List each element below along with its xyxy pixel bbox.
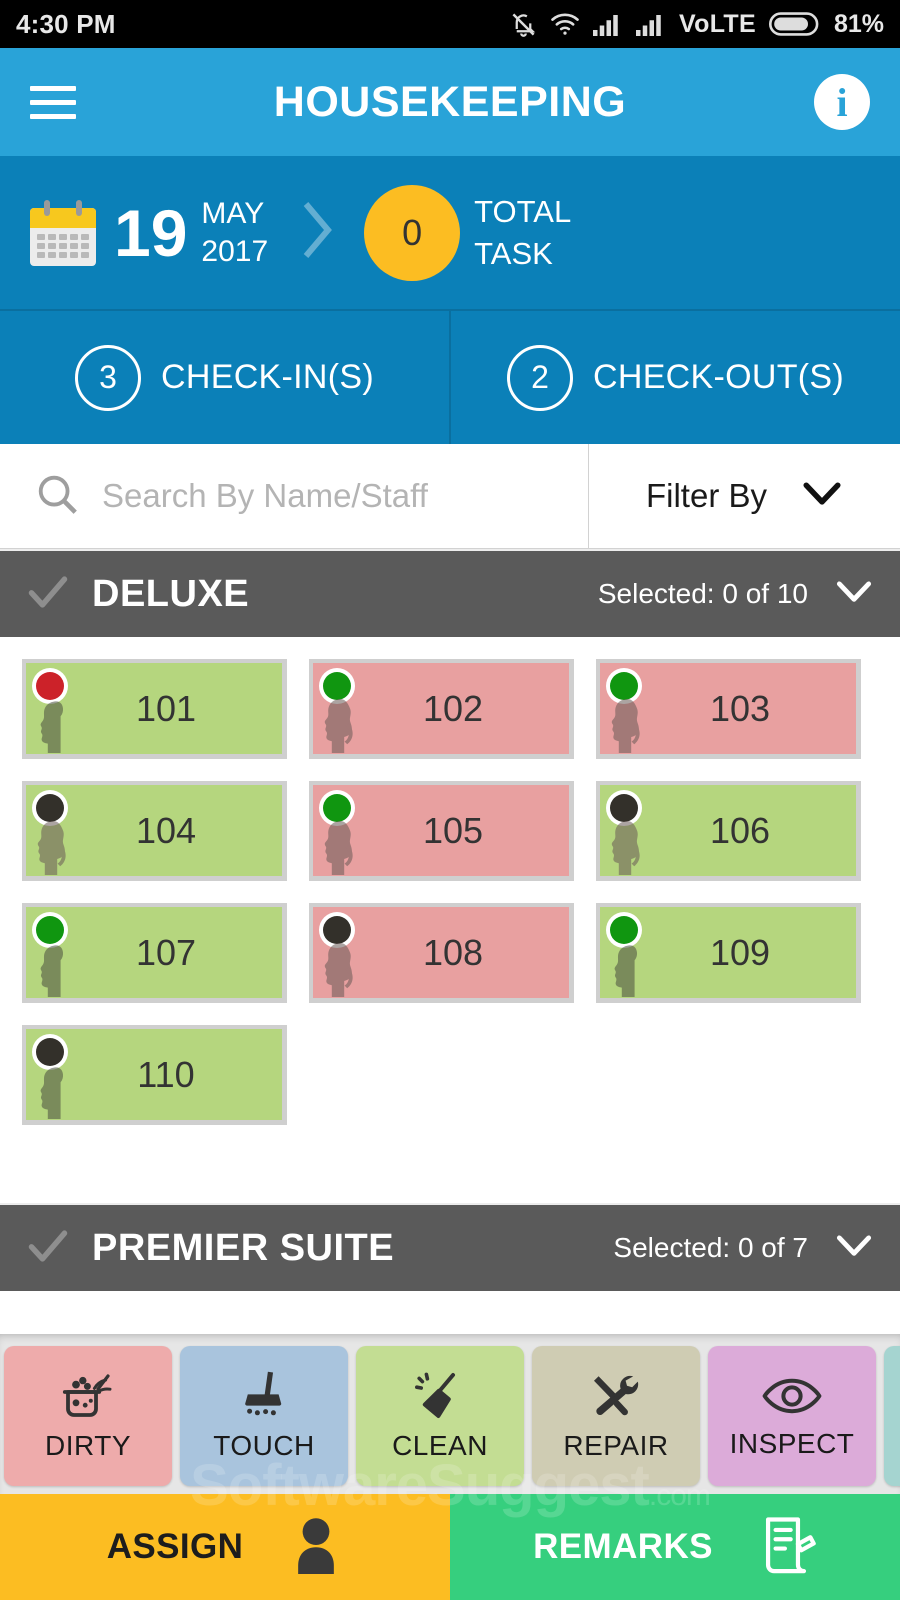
laundry-basket-icon (60, 1370, 116, 1422)
tools-icon (588, 1370, 644, 1422)
action-label: REPAIR (563, 1430, 669, 1461)
checkout-label: CHECK-OUT(S) (592, 358, 845, 396)
action-label: TOUCH (213, 1430, 315, 1461)
room-list[interactable]: DELUXE Selected: 0 of 10 101 102 103 104 105… (0, 549, 900, 1334)
hamburger-icon[interactable] (30, 85, 76, 119)
chevron-right-icon (296, 198, 336, 267)
action-button-inspect[interactable]: INSPECT (708, 1346, 876, 1486)
battery-percent: 81% (833, 9, 884, 38)
action-label: INSPECT (729, 1428, 855, 1459)
assign-button[interactable]: ASSIGN (0, 1494, 450, 1600)
filter-by-label: Filter By (645, 477, 767, 514)
room-number: 107 (135, 931, 197, 973)
date-year: 2017 (201, 234, 269, 268)
status-time: 4:30 PM (16, 8, 116, 39)
signal-bars-icon (593, 12, 623, 36)
room-tile[interactable]: 108 (309, 903, 574, 1003)
date-day: 19 (114, 195, 188, 270)
search-filter-row: Filter By (0, 444, 900, 549)
room-number: 108 (422, 931, 484, 973)
mop-icon (237, 1370, 291, 1422)
date-month: MAY (201, 197, 265, 230)
calendar-icon (30, 199, 96, 266)
broom-icon (412, 1370, 468, 1422)
assign-label: ASSIGN (106, 1527, 244, 1566)
total-task-line1: TOTAL (474, 193, 572, 229)
group-header-premier-suite[interactable]: PREMIER SUITE Selected: 0 of 7 (0, 1203, 900, 1291)
checkin-label: CHECK-IN(S) (161, 358, 374, 396)
info-icon[interactable]: i (814, 74, 870, 130)
search-input[interactable] (102, 477, 554, 515)
room-number: 102 (422, 687, 484, 729)
document-pen-icon (759, 1514, 817, 1581)
network-label: VoLTE (679, 9, 756, 38)
room-number: 106 (709, 809, 771, 851)
room-tile[interactable]: 109 (596, 903, 861, 1003)
room-tile[interactable]: 101 (22, 659, 287, 759)
group-spacer (0, 1155, 900, 1203)
room-tile[interactable]: 107 (22, 903, 287, 1003)
remarks-button[interactable]: REMARKS (450, 1494, 900, 1600)
group-header-deluxe[interactable]: DELUXE Selected: 0 of 10 (0, 549, 900, 637)
checkout-cell[interactable]: 2 CHECK-OUT(S) (449, 311, 900, 444)
check-icon[interactable] (26, 570, 70, 619)
search-box[interactable] (0, 444, 588, 548)
action-label: DIRTY (45, 1430, 131, 1461)
page-title: HOUSEKEEPING (273, 77, 627, 126)
group-title: PREMIER SUITE (92, 1226, 395, 1269)
group-title: DELUXE (92, 572, 250, 615)
room-number: 110 (137, 1053, 195, 1095)
room-tile-grid: 101 102 103 104 105 106 107 108 109 110 (0, 637, 900, 1155)
date-month-year: MAY 2017 (201, 195, 268, 270)
room-tile[interactable]: 104 (22, 781, 287, 881)
date-task-bar: 19 MAY 2017 0 TOTAL TASK (0, 156, 900, 311)
total-task-count[interactable]: 0 (364, 184, 461, 281)
battery-icon (768, 10, 821, 38)
app-screen: 4:30 PM VoLTE 81% HOUSEKEEPING i 19 MAY … (0, 0, 900, 1600)
status-bar: 4:30 PM VoLTE 81% (0, 0, 900, 48)
signal-bars-icon (636, 12, 666, 36)
group-selected-count: Selected: 0 of 7 (613, 1232, 808, 1263)
total-task-line2: TASK (474, 235, 553, 271)
chevron-down-icon[interactable] (834, 1233, 874, 1264)
group-selected-count: Selected: 0 of 10 (597, 578, 808, 609)
search-icon (34, 471, 80, 522)
filter-by-dropdown[interactable]: Filter By (588, 444, 900, 548)
wifi-icon (550, 12, 580, 36)
action-button-partial[interactable] (884, 1346, 900, 1486)
action-button-dirty[interactable]: DIRTY (4, 1346, 172, 1486)
status-icons: VoLTE 81% (510, 10, 884, 39)
check-icon[interactable] (26, 1224, 70, 1273)
room-tile[interactable]: 105 (309, 781, 574, 881)
bell-muted-icon (510, 11, 537, 38)
room-tile[interactable]: 106 (596, 781, 861, 881)
room-number: 103 (709, 687, 771, 729)
action-button-repair[interactable]: REPAIR (532, 1346, 700, 1486)
room-tile[interactable]: 110 (22, 1025, 287, 1125)
checkin-checkout-bar: 3 CHECK-IN(S) 2 CHECK-OUT(S) (0, 311, 900, 444)
status-action-strip: DIRTY TOUCH CLEAN REPAIR INSPECT (0, 1334, 900, 1494)
room-tile[interactable]: 102 (309, 659, 574, 759)
checkout-count: 2 (506, 344, 573, 411)
room-tile[interactable]: 103 (596, 659, 861, 759)
remarks-label: REMARKS (533, 1527, 713, 1566)
app-bar: HOUSEKEEPING i (0, 48, 900, 156)
eye-icon (761, 1372, 823, 1420)
chevron-down-icon[interactable] (834, 579, 874, 610)
total-task-label: TOTAL TASK (474, 191, 571, 275)
action-button-clean[interactable]: CLEAN (356, 1346, 524, 1486)
checkin-cell[interactable]: 3 CHECK-IN(S) (0, 311, 449, 444)
room-number: 101 (135, 687, 197, 729)
room-number: 105 (422, 809, 484, 851)
checkin-count: 3 (75, 344, 142, 411)
chevron-down-icon (801, 480, 843, 513)
person-icon (289, 1516, 343, 1579)
bottom-action-bar: ASSIGN REMARKS (0, 1494, 900, 1600)
room-number: 104 (135, 809, 197, 851)
room-number: 109 (709, 931, 771, 973)
action-label: CLEAN (392, 1430, 488, 1461)
action-button-touch[interactable]: TOUCH (180, 1346, 348, 1486)
